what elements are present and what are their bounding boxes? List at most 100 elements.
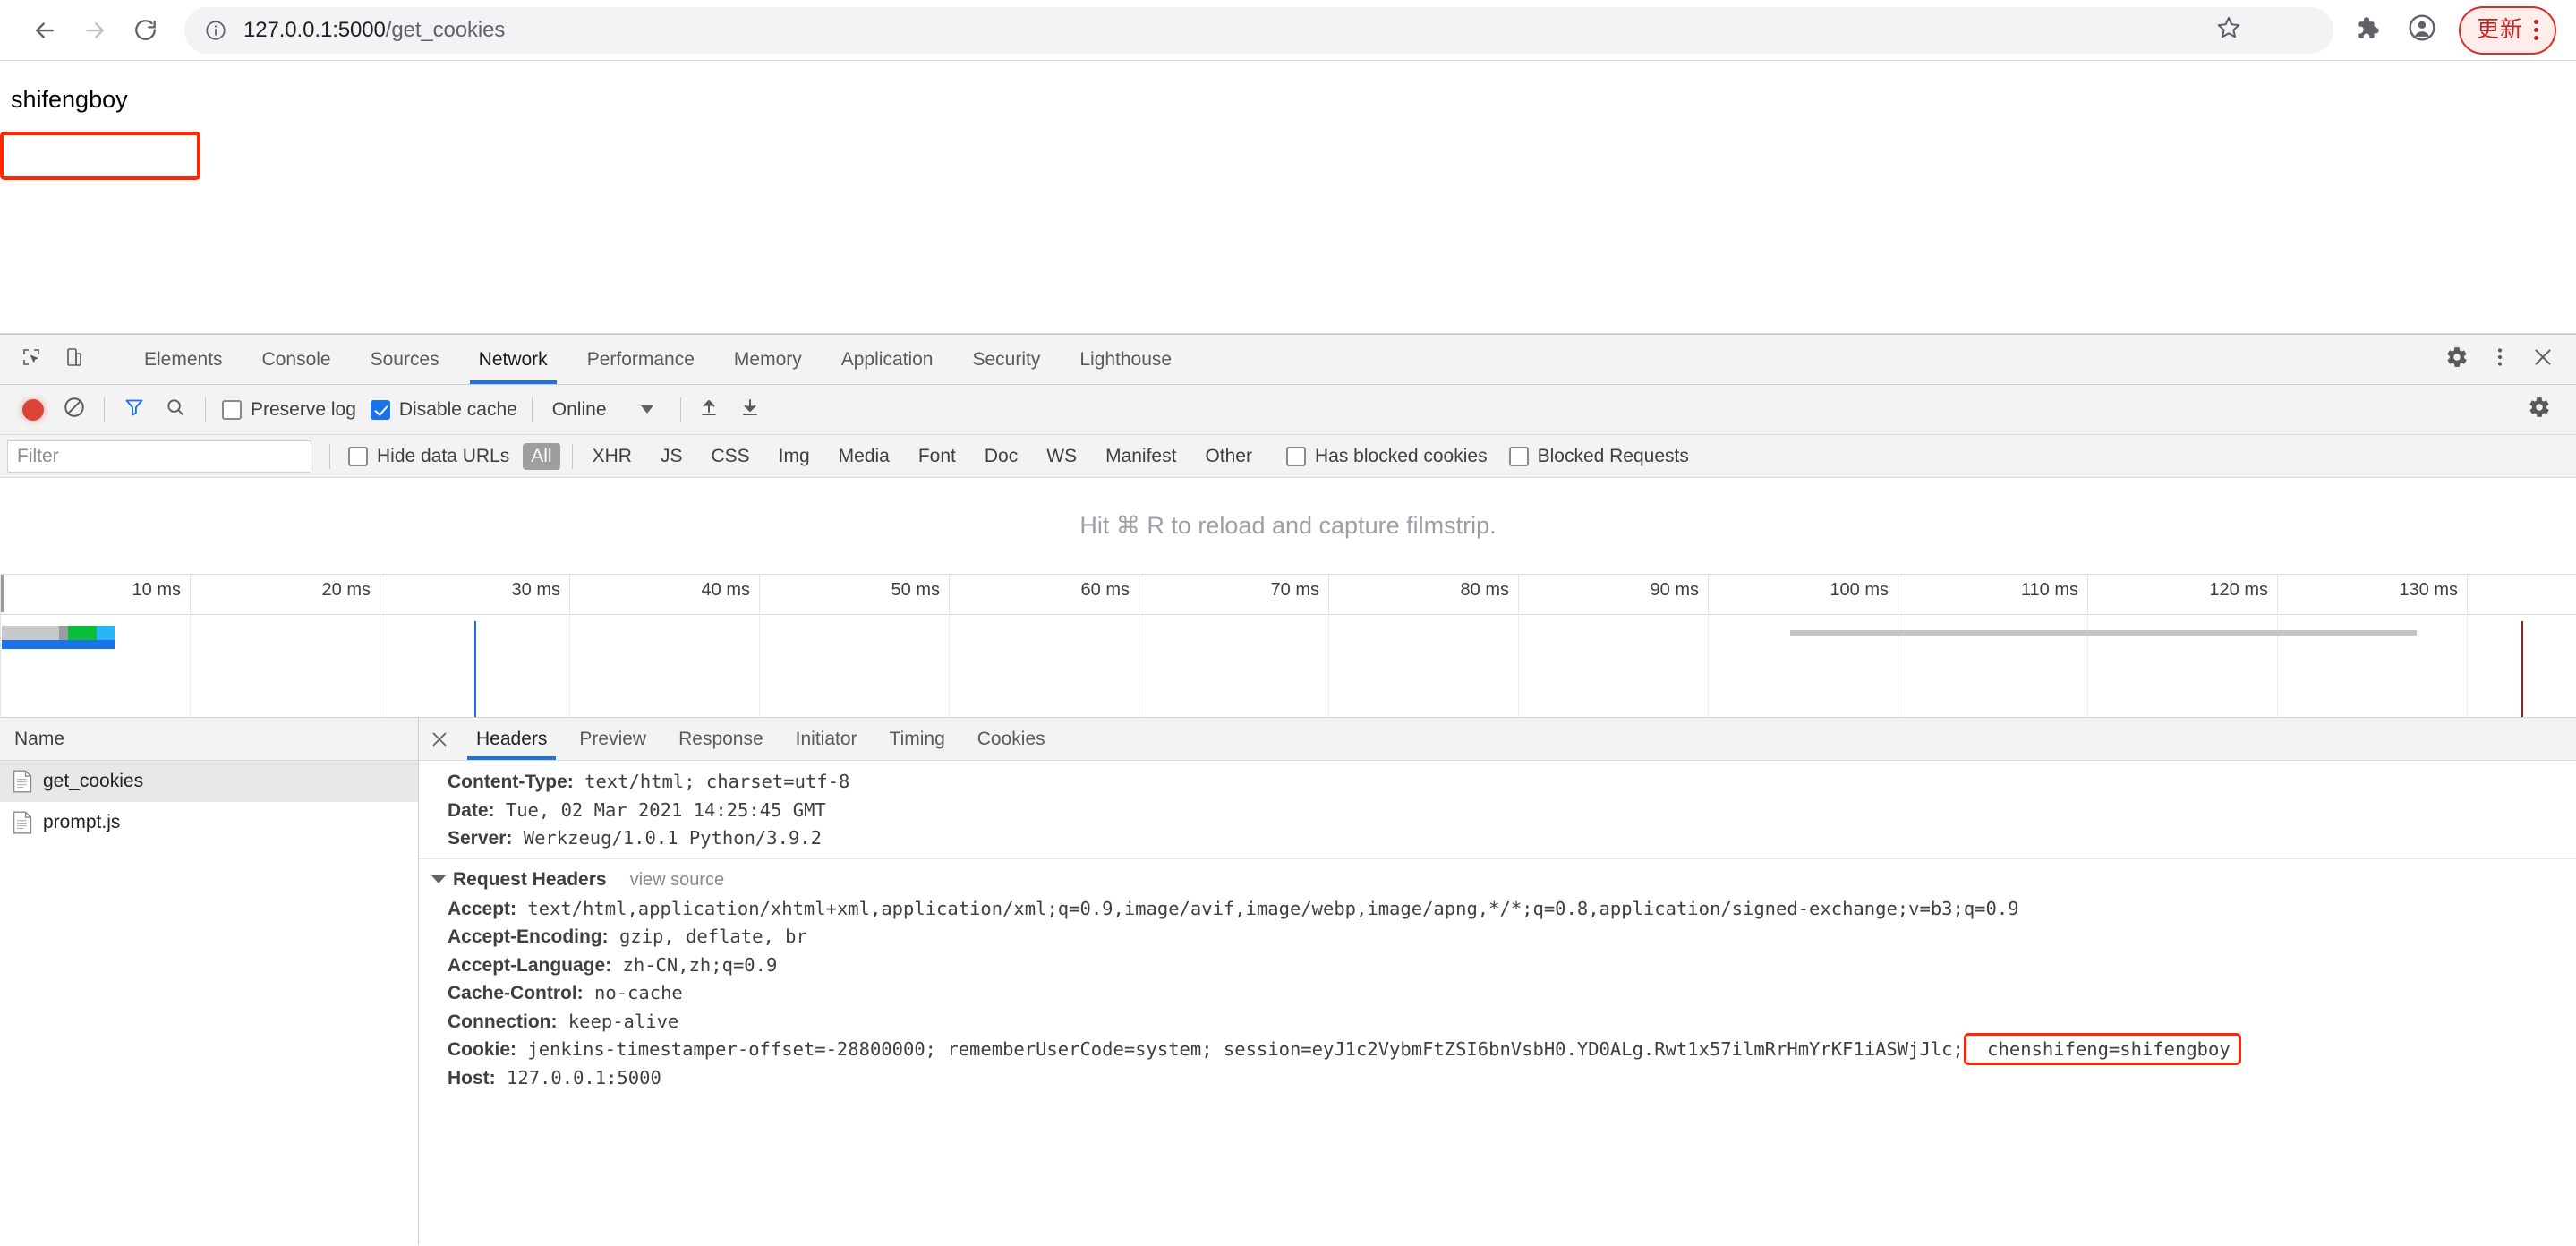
extensions-button[interactable] <box>2342 6 2391 55</box>
disable-cache-checkbox[interactable]: Disable cache <box>363 399 525 421</box>
checkbox-box <box>1285 446 1306 466</box>
reload-button[interactable] <box>120 5 170 55</box>
type-filter-all[interactable]: All <box>523 442 560 470</box>
tab-sources[interactable]: Sources <box>351 335 459 384</box>
address-bar[interactable]: 127.0.0.1:5000/get_cookies <box>184 6 2333 54</box>
device-toolbar-button[interactable] <box>55 341 93 379</box>
info-circle-icon[interactable] <box>204 19 227 42</box>
tab-application[interactable]: Application <box>822 335 953 384</box>
divider <box>104 397 105 422</box>
profile-button[interactable] <box>2398 6 2446 55</box>
overview-request-bar-waiting <box>2 626 59 640</box>
record-button[interactable] <box>13 389 54 431</box>
headers-content[interactable]: Content-Type: text/html; charset=utf-8 D… <box>419 761 2576 1245</box>
throttling-value: Online <box>551 398 607 420</box>
type-filter-doc[interactable]: Doc <box>977 443 1026 470</box>
tab-label: Initiator <box>795 728 857 749</box>
header-value: jenkins-timestamper-offset=-28800000; re… <box>527 1038 1964 1060</box>
document-file-icon <box>13 810 32 834</box>
header-key: Accept-Encoding: <box>448 926 609 947</box>
overview-request-bar-download <box>68 626 97 640</box>
annotation-box-page-value <box>0 132 200 180</box>
tab-label: Elements <box>144 348 223 370</box>
has-blocked-cookies-checkbox[interactable]: Has blocked cookies <box>1279 446 1495 467</box>
gear-icon <box>2445 346 2469 373</box>
detail-tab-initiator[interactable]: Initiator <box>780 718 874 760</box>
tab-performance[interactable]: Performance <box>567 335 714 384</box>
triangle-down-icon[interactable] <box>431 875 446 883</box>
request-detail-panel: Headers Preview Response Initiator Timin… <box>419 718 2576 1245</box>
tick-label: 30 ms <box>511 580 560 600</box>
browser-toolbar: 127.0.0.1:5000/get_cookies 更新 <box>0 0 2576 61</box>
forward-button[interactable] <box>70 5 120 55</box>
type-filter-js[interactable]: JS <box>653 443 691 470</box>
clear-button[interactable] <box>54 389 95 431</box>
header-value: no-cache <box>594 982 683 1003</box>
filter-input[interactable]: Filter <box>7 440 311 473</box>
hide-data-urls-checkbox[interactable]: Hide data URLs <box>341 446 516 467</box>
header-key: Cache-Control: <box>448 983 584 1003</box>
view-source-link[interactable]: view source <box>630 865 725 895</box>
document-file-icon <box>13 769 32 793</box>
overview-gridline <box>1708 614 1709 717</box>
tab-lighthouse[interactable]: Lighthouse <box>1060 335 1191 384</box>
detail-tab-response[interactable]: Response <box>662 718 780 760</box>
network-settings-button[interactable] <box>2519 389 2560 431</box>
detail-close-button[interactable] <box>419 718 460 760</box>
header-value: 127.0.0.1:5000 <box>507 1066 661 1088</box>
tab-label: Sources <box>370 348 439 370</box>
type-filter-manifest[interactable]: Manifest <box>1097 443 1184 470</box>
devtools-close-button[interactable] <box>2524 341 2562 379</box>
request-row-get-cookies[interactable]: get_cookies <box>0 761 418 802</box>
overview-gridline <box>569 614 570 717</box>
devtools-more-button[interactable] <box>2481 341 2519 379</box>
devtools-tool-icons <box>0 335 124 384</box>
type-filter-font[interactable]: Font <box>910 443 964 470</box>
update-button[interactable]: 更新 <box>2458 5 2556 55</box>
type-filter-ws[interactable]: WS <box>1038 443 1085 470</box>
header-row-date: Date: Tue, 02 Mar 2021 14:25:45 GMT <box>419 797 2576 825</box>
tab-elements[interactable]: Elements <box>124 335 243 384</box>
back-button[interactable] <box>20 5 70 55</box>
import-har-button[interactable] <box>688 389 729 431</box>
tick-label: 80 ms <box>1460 580 1509 600</box>
request-list-column-header[interactable]: Name <box>0 718 418 761</box>
type-filter-xhr[interactable]: XHR <box>584 443 640 470</box>
three-dots-vertical-icon[interactable] <box>2530 20 2542 40</box>
tab-label: Cookies <box>977 728 1045 749</box>
timeline-tick: 50 ms <box>759 575 949 717</box>
funnel-filter-icon <box>124 397 145 422</box>
checkbox-box <box>1508 446 1529 466</box>
request-headers-section-header[interactable]: Request Headers view source <box>419 865 2576 895</box>
type-filter-css[interactable]: CSS <box>703 443 757 470</box>
search-button[interactable] <box>155 389 196 431</box>
type-filter-img[interactable]: Img <box>771 443 818 470</box>
network-settings-area <box>2519 389 2576 431</box>
tab-network[interactable]: Network <box>459 335 567 384</box>
request-row-prompt-js[interactable]: prompt.js <box>0 802 418 843</box>
detail-tab-cookies[interactable]: Cookies <box>961 718 1062 760</box>
throttling-dropdown[interactable]: Online <box>540 399 673 421</box>
tab-security[interactable]: Security <box>952 335 1060 384</box>
update-button-label: 更新 <box>2476 17 2523 42</box>
header-row-server: Server: Werkzeug/1.0.1 Python/3.9.2 <box>419 824 2576 853</box>
type-filter-media[interactable]: Media <box>831 443 898 470</box>
blocked-requests-checkbox[interactable]: Blocked Requests <box>1502 446 1696 467</box>
filter-toggle-button[interactable] <box>114 389 155 431</box>
three-dots-vertical-icon <box>2488 346 2512 373</box>
timeline-tick: 110 ms <box>1898 575 2087 717</box>
tab-console[interactable]: Console <box>243 335 351 384</box>
export-har-button[interactable] <box>729 389 771 431</box>
bookmark-button[interactable] <box>2205 7 2252 54</box>
tab-memory[interactable]: Memory <box>714 335 822 384</box>
magnifier-search-icon <box>165 397 186 422</box>
type-filter-other[interactable]: Other <box>1197 443 1260 470</box>
detail-tab-timing[interactable]: Timing <box>874 718 961 760</box>
preserve-log-checkbox[interactable]: Preserve log <box>215 399 363 421</box>
inspect-element-button[interactable] <box>13 341 50 379</box>
network-overview-timeline[interactable]: 10 ms 20 ms 30 ms 40 ms 50 ms 60 ms 70 m… <box>0 575 2576 718</box>
detail-tab-headers[interactable]: Headers <box>460 718 563 760</box>
detail-tab-preview[interactable]: Preview <box>563 718 662 760</box>
devtools-settings-button[interactable] <box>2438 341 2476 379</box>
tab-label: Lighthouse <box>1079 348 1173 370</box>
